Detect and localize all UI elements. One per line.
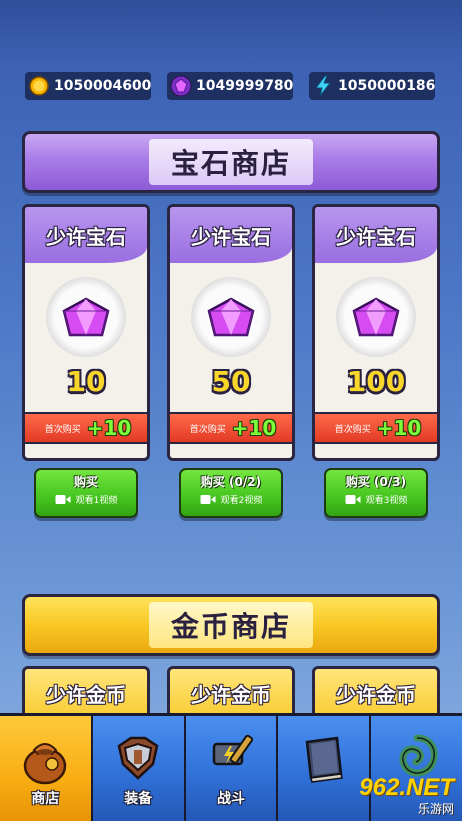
buy-button[interactable]: 购买 (0/2) 观看2视频 [179, 468, 283, 518]
energy-amount: 1050000186 [338, 78, 436, 94]
armor-icon [117, 736, 159, 780]
book-icon [305, 736, 343, 783]
bottom-nav: 商店 装备 战斗 [0, 713, 462, 821]
gold-coin-icon [29, 76, 49, 96]
gem-pack-amount: 100 [346, 365, 406, 398]
gem-amount: 1049999780 [196, 78, 294, 94]
bonus-amount: +10 [231, 416, 277, 440]
first-purchase-bonus: 首次购买 +10 [25, 412, 147, 444]
dragon-icon [399, 734, 438, 777]
buy-button[interactable]: 购买 (0/3) 观看3视频 [324, 468, 428, 518]
energy-counter: 1050000186 [309, 72, 435, 100]
watch-video-label: 观看1视频 [75, 496, 118, 506]
gold-pack-name: 少许金币 [46, 683, 126, 707]
purple-gem-icon [170, 75, 192, 97]
watch-video-label: 观看3视频 [365, 496, 408, 506]
gold-shop-title: 金币商店 [148, 602, 313, 648]
first-purchase-bonus: 首次购买 +10 [315, 412, 437, 444]
first-purchase-label: 首次购买 [334, 424, 371, 435]
nav-tab-book[interactable] [278, 716, 372, 821]
lightning-icon [315, 75, 332, 97]
gem-pack-amount: 50 [211, 365, 251, 398]
hammer-icon [212, 734, 254, 766]
gem-pack-amount: 10 [66, 365, 106, 398]
buy-button[interactable]: 购买 观看1视频 [34, 468, 138, 518]
watch-video-row: 观看1视频 [36, 493, 136, 506]
gold-counter: 1050004600 [25, 72, 151, 100]
nav-tab-battle[interactable]: 战斗 [185, 716, 279, 821]
nav-tab-dragon[interactable] [371, 716, 462, 821]
purple-gem-icon [207, 297, 255, 337]
gem-pack-image [46, 277, 126, 357]
gem-shop-title: 宝石商店 [148, 139, 313, 185]
gem-pack-image [336, 277, 416, 357]
gem-shop-header: 宝石商店 [22, 131, 440, 193]
purple-gem-icon [62, 297, 110, 337]
bag-icon [24, 743, 67, 785]
nav-label: 装备 [124, 791, 153, 807]
nav-label: 商店 [31, 791, 60, 807]
first-purchase-bonus: 首次购买 +10 [170, 412, 292, 444]
gold-pack-name: 少许金币 [336, 683, 416, 707]
buy-label: 购买 (0/2) [200, 475, 262, 489]
buy-label: 购买 [73, 475, 98, 489]
video-camera-icon [345, 495, 361, 504]
gem-pack-image [191, 277, 271, 357]
gold-pack-name: 少许金币 [191, 683, 271, 707]
gem-pack-card: 少许宝石 10 首次购买 +10 [22, 204, 150, 461]
gem-pack-card: 少许宝石 100 首次购买 +10 [312, 204, 440, 461]
nav-tab-shop[interactable]: 商店 [0, 716, 93, 821]
purple-gem-icon [352, 297, 400, 337]
buy-label: 购买 (0/3) [345, 475, 407, 489]
bonus-amount: +10 [376, 416, 422, 440]
watch-video-label: 观看2视频 [220, 496, 263, 506]
watch-video-row: 观看2视频 [181, 493, 281, 506]
nav-tab-equipment[interactable]: 装备 [92, 716, 186, 821]
gem-pack-card: 少许宝石 50 首次购买 +10 [167, 204, 295, 461]
watch-video-row: 观看3视频 [326, 493, 426, 506]
gold-shop-header: 金币商店 [22, 594, 440, 656]
bonus-amount: +10 [86, 416, 132, 440]
video-camera-icon [200, 495, 216, 504]
gem-pack-name: 少许宝石 [25, 207, 147, 263]
gold-amount: 1050004600 [54, 78, 152, 94]
gem-pack-name: 少许宝石 [315, 207, 437, 263]
nav-label: 战斗 [216, 791, 245, 807]
video-camera-icon [55, 495, 71, 504]
gem-pack-name: 少许宝石 [170, 207, 292, 263]
gem-counter: 1049999780 [167, 72, 293, 100]
first-purchase-label: 首次购买 [44, 424, 81, 435]
first-purchase-label: 首次购买 [189, 424, 226, 435]
